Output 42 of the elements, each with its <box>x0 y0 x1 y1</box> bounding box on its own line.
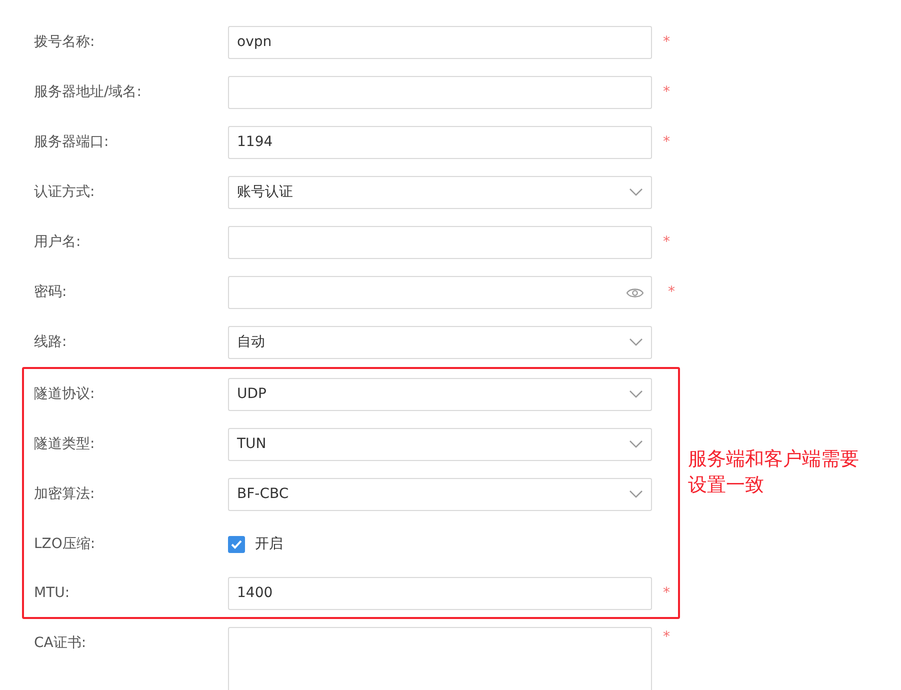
field-label: 认证方式: <box>34 182 96 202</box>
field-label: 密码: <box>34 282 68 302</box>
password-field[interactable] <box>228 276 652 308</box>
input-field[interactable] <box>228 226 652 258</box>
annotation-note: 服务端和客户端需要设置一致 <box>688 447 860 498</box>
checkmark-icon <box>231 540 242 548</box>
required-asterisk: * <box>663 232 670 252</box>
required-asterisk: * <box>668 282 675 302</box>
required-asterisk: * <box>663 628 670 647</box>
field-label: 隧道类型: <box>34 434 96 454</box>
dropdown-field[interactable]: 自动 <box>228 326 652 358</box>
field-label: 线路: <box>34 332 68 352</box>
field-label: LZO压缩: <box>34 534 96 554</box>
chevron-down-icon <box>629 390 643 398</box>
input-field[interactable] <box>228 76 652 108</box>
checkbox[interactable] <box>228 536 245 552</box>
required-asterisk: * <box>663 584 670 602</box>
eye-icon[interactable] <box>626 286 644 298</box>
input-field[interactable]: 1194 <box>228 126 652 158</box>
field-label: MTU: <box>34 584 71 602</box>
field-label: 加密算法: <box>34 484 96 504</box>
field-label: 隧道协议: <box>34 384 96 404</box>
dropdown-field[interactable]: TUN <box>228 428 652 460</box>
input-field[interactable]: 1400 <box>228 576 652 610</box>
field-label: 拨号名称: <box>34 32 96 52</box>
field-label: 用户名: <box>34 232 82 252</box>
chevron-down-icon <box>629 490 643 498</box>
dropdown-field[interactable]: 账号认证 <box>228 176 652 208</box>
chevron-down-icon <box>629 338 643 346</box>
required-asterisk: * <box>663 82 670 102</box>
checkbox-label: 开启 <box>255 534 283 554</box>
input-field[interactable]: ovpn <box>228 26 652 58</box>
required-asterisk: * <box>663 32 670 52</box>
chevron-down-icon <box>629 440 643 448</box>
dropdown-field[interactable]: BF-CBC <box>228 478 652 510</box>
required-asterisk: * <box>663 132 670 152</box>
dropdown-field[interactable]: UDP <box>228 378 652 410</box>
field-label: 服务器地址/域名: <box>34 82 142 102</box>
field-label: 服务器端口: <box>34 132 110 152</box>
text-area[interactable] <box>228 627 652 690</box>
field-label: CA证书: <box>34 634 88 653</box>
chevron-down-icon <box>629 188 643 196</box>
